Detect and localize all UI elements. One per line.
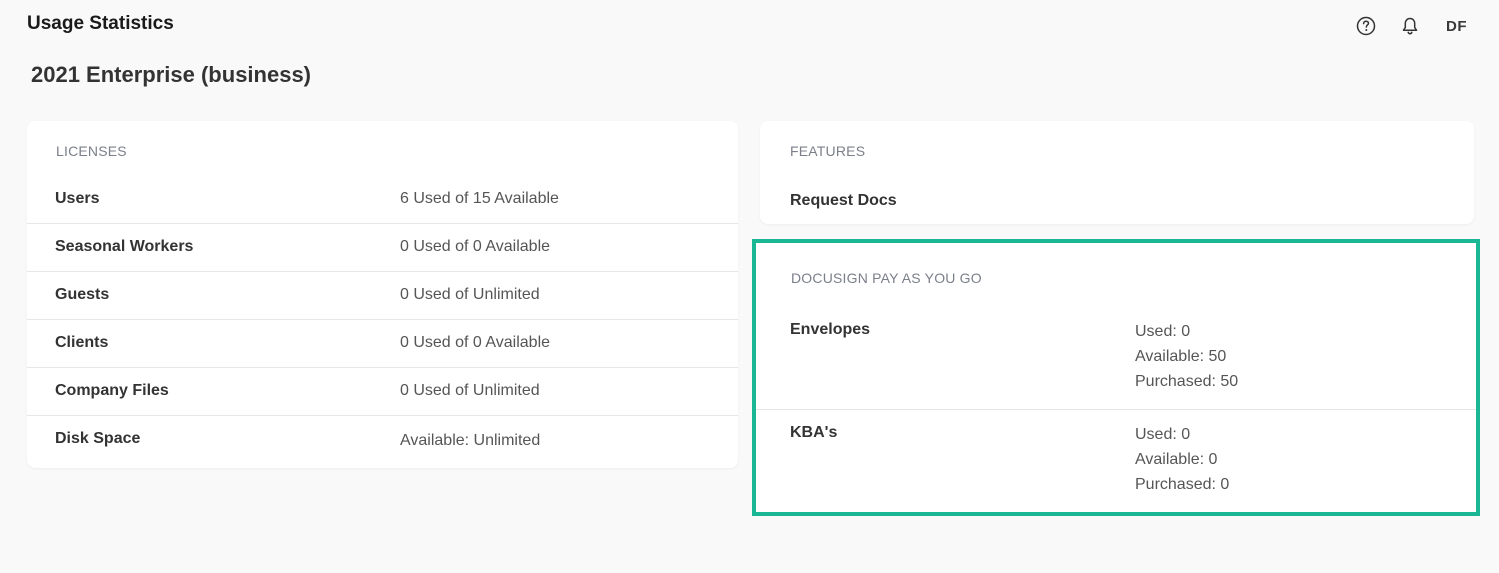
purchased-value: Purchased: 0 xyxy=(1135,476,1230,493)
bell-icon[interactable] xyxy=(1398,14,1422,38)
license-label: Guests xyxy=(55,286,110,303)
features-card: FEATURES Request Docs xyxy=(760,121,1474,224)
license-row: Disk Space Available: Unlimited xyxy=(27,416,738,464)
top-actions: DF xyxy=(1354,12,1467,40)
license-row: Company Files 0 Used of Unlimited xyxy=(27,368,738,416)
purchased-value: Purchased: 50 xyxy=(1135,373,1239,390)
features-heading: FEATURES xyxy=(790,143,866,159)
license-value: Available: Unlimited xyxy=(400,432,541,449)
payg-row: Envelopes Used: 0 Available: 50 Purchase… xyxy=(756,317,1476,410)
available-value: Available: 50 xyxy=(1135,348,1227,365)
feature-item: Request Docs xyxy=(790,192,897,209)
license-label: Clients xyxy=(55,334,109,351)
payg-label: Envelopes xyxy=(790,321,871,338)
license-label: Disk Space xyxy=(55,430,141,447)
license-label: Company Files xyxy=(55,382,169,399)
license-value: 0 Used of 0 Available xyxy=(400,334,551,351)
licenses-heading: LICENSES xyxy=(56,143,127,159)
license-value: 0 Used of Unlimited xyxy=(400,382,540,399)
license-value: 0 Used of Unlimited xyxy=(400,286,540,303)
user-avatar[interactable]: DF xyxy=(1442,18,1467,35)
app-title: Usage Statistics xyxy=(27,13,174,34)
used-value: Used: 0 xyxy=(1135,426,1191,443)
top-bar: Usage Statistics DF xyxy=(0,0,1499,52)
license-row: Clients 0 Used of 0 Available xyxy=(27,320,738,368)
licenses-card: LICENSES Users 6 Used of 15 Available Se… xyxy=(27,121,738,468)
page-title: 2021 Enterprise (business) xyxy=(31,62,312,87)
payg-row: KBA's Used: 0 Available: 0 Purchased: 0 xyxy=(756,410,1476,510)
license-label: Users xyxy=(55,190,100,207)
license-row: Seasonal Workers 0 Used of 0 Available xyxy=(27,224,738,272)
license-value: 6 Used of 15 Available xyxy=(400,190,559,207)
license-row: Guests 0 Used of Unlimited xyxy=(27,272,738,320)
license-label: Seasonal Workers xyxy=(55,238,194,255)
payg-card: DOCUSIGN PAY AS YOU GO Envelopes Used: 0… xyxy=(752,239,1480,516)
payg-label: KBA's xyxy=(790,424,838,441)
available-value: Available: 0 xyxy=(1135,451,1218,468)
payg-values: Used: 0 Available: 0 Purchased: 0 xyxy=(1135,422,1229,497)
help-icon[interactable] xyxy=(1354,14,1378,38)
used-value: Used: 0 xyxy=(1135,323,1191,340)
payg-values: Used: 0 Available: 50 Purchased: 50 xyxy=(1135,319,1238,394)
payg-heading: DOCUSIGN PAY AS YOU GO xyxy=(791,270,982,286)
license-row: Users 6 Used of 15 Available xyxy=(27,176,738,224)
license-value: 0 Used of 0 Available xyxy=(400,238,551,255)
